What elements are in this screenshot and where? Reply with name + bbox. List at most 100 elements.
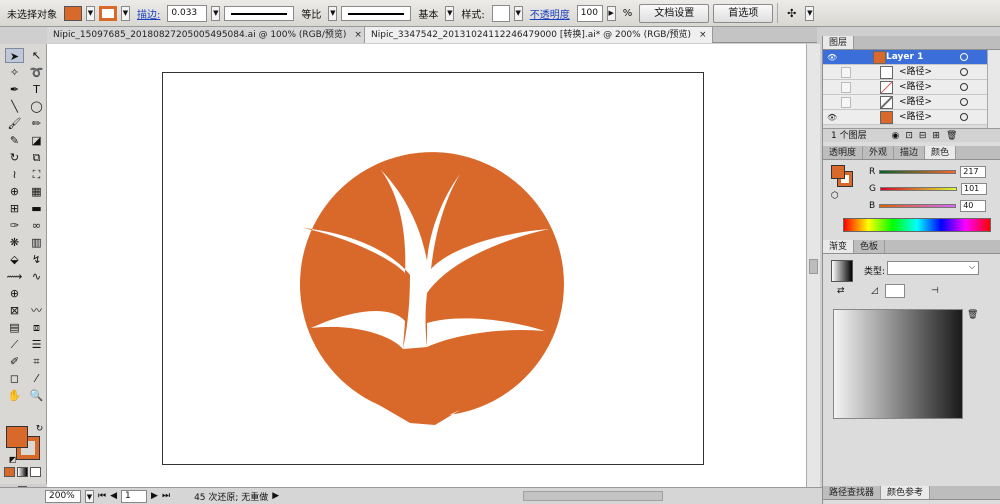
slice-tool-icon[interactable]: ⊠ [5,303,24,318]
aspect-ratio-icon[interactable]: ⊣ [931,286,939,296]
tab-appearance[interactable]: 外观 [863,146,895,159]
page-field[interactable]: 1 [121,489,148,503]
perspective-grid-tool-icon[interactable]: ▦ [27,184,46,199]
stroke-panel-link[interactable]: 描边: [134,6,163,21]
chevron-right-icon[interactable]: ▶ [606,5,616,21]
eyedropper-alt-icon[interactable]: ✐ [5,354,24,369]
layer-row[interactable]: 👁 Layer 1 [823,50,987,65]
layers-scrollbar[interactable] [987,50,1000,128]
gradient-mode-button[interactable] [17,467,28,477]
stroke-profile-preview[interactable] [224,5,295,21]
chevron-down-icon[interactable]: ▼ [85,489,94,503]
line-tool-icon[interactable]: ╲ [5,99,24,114]
tab-stroke[interactable]: 描边 [894,146,926,159]
style-swatch[interactable] [491,4,510,22]
eye-icon[interactable]: 👁 [827,113,837,122]
knife-alt-icon[interactable]: ⁄ [27,371,46,386]
paintbrush-tool-icon[interactable]: 🖌 [5,116,24,131]
graph-tool-icon[interactable]: ⟋ [5,337,24,352]
chevron-down-icon[interactable]: ▼ [211,5,221,21]
rotate-tool-icon[interactable]: ↻ [5,150,24,165]
target-icon[interactable] [960,113,968,121]
list-icon[interactable]: ☰ [27,337,46,352]
width-tool-icon[interactable]: ⟿ [5,269,24,284]
artboard-tool-icon[interactable]: ⊕ [5,286,24,301]
preferences-button[interactable]: 首选项 [713,3,774,23]
channel-value[interactable]: 217 [960,166,987,178]
tab-gradient[interactable]: 渐变 [823,240,855,253]
blend-tool-icon[interactable]: ∞ [27,218,46,233]
hand-tool-icon[interactable]: ✋ [5,388,24,403]
eraser-tool-icon[interactable]: ◪ [27,133,46,148]
blend-alt-icon[interactable]: ⌗ [27,354,46,369]
opacity-field[interactable]: 100 [576,4,603,22]
target-icon[interactable] [960,53,968,61]
zoom-tool-icon[interactable]: 🔍 [27,388,46,403]
knife-tool-icon[interactable]: 〰 [27,303,46,318]
document-setup-button[interactable]: 文档设置 [639,3,710,23]
target-icon[interactable] [960,68,968,76]
tab-transparency[interactable]: 透明度 [823,146,864,159]
visibility-toggle[interactable] [841,82,851,93]
slider-track[interactable] [879,170,957,174]
status-menu-icon[interactable]: ▶ [272,491,279,501]
brush-preview[interactable] [341,5,412,21]
tab-pathfinder[interactable]: 路径查找器 [823,486,882,499]
none-mode-button[interactable] [30,467,41,477]
layer-row[interactable]: 👁 <路径> [823,110,987,125]
close-icon[interactable]: × [699,30,707,40]
tree-logo-artwork[interactable] [163,73,705,466]
tab-document-1[interactable]: Nipic_15097685_20180827205005495084.ai @… [47,27,365,43]
red-slider[interactable]: R 217 [869,166,987,178]
tree-logo-shape[interactable] [299,152,564,425]
column-graph-tool-icon[interactable]: ▥ [27,235,46,250]
target-icon[interactable] [960,98,968,106]
color-cube-icon[interactable]: ⬡ [831,191,839,201]
tab-layers[interactable]: 图层 [823,36,855,49]
layer-row[interactable]: <路径> [823,65,987,80]
color-spectrum[interactable] [843,218,991,232]
next-page-icon[interactable]: ▶ [151,491,158,501]
blob-brush-tool-icon[interactable]: ✎ [5,133,24,148]
opacity-panel-link[interactable]: 不透明度 [527,6,573,21]
arrange-icon[interactable]: ✣ [782,6,801,21]
layer-row[interactable]: <路径> [823,95,987,110]
angle-field[interactable] [885,284,905,298]
ellipse-tool-icon[interactable]: ◯ [27,99,46,114]
tab-color[interactable]: 颜色 [925,146,957,159]
shape-builder-tool-icon[interactable]: ⊕ [5,184,24,199]
fill-color-swatch[interactable] [831,165,845,179]
zoom-field[interactable]: 200% [45,489,81,503]
color-mode-button[interactable] [4,467,15,477]
artboard-alt-icon[interactable]: ◻ [5,371,24,386]
pen-tool-icon[interactable]: ✒ [5,82,24,97]
previous-page-icon[interactable]: ◀ [110,491,117,501]
eye-icon[interactable]: 👁 [827,53,837,62]
reverse-gradient-icon[interactable]: ⇄ [837,286,845,296]
channel-value[interactable]: 40 [960,200,987,212]
visibility-toggle[interactable] [841,67,851,78]
type-tool-icon[interactable]: T [27,82,46,97]
slider-track[interactable] [879,204,957,208]
live-paint-bucket-tool-icon[interactable]: ⬙ [5,252,24,267]
delete-stop-icon[interactable]: 🗑 [967,310,978,320]
layer-actions-icon[interactable]: ◉⊡⊟⊞🗑 [891,131,963,141]
selection-tool-icon[interactable]: ➤ [5,48,24,63]
mesh-tool-icon[interactable]: ⊞ [5,201,24,216]
eyedropper-tool-icon[interactable]: ✑ [5,218,24,233]
fill-color-swatch[interactable] [64,5,82,21]
angle-icon[interactable]: ◿ [871,286,878,296]
chevron-down-icon[interactable]: ▼ [86,5,95,21]
chevron-down-icon[interactable]: ▼ [445,5,455,21]
visibility-toggle[interactable] [841,97,851,108]
fill-indicator[interactable] [6,426,28,448]
first-page-icon[interactable]: ⏮ [98,491,106,501]
green-slider[interactable]: G 101 [869,183,987,195]
default-colors-icon[interactable]: ◩ [3,452,22,467]
scroll-thumb[interactable] [809,259,818,274]
live-paint-selection-tool-icon[interactable]: ↯ [27,252,46,267]
gradient-preview[interactable] [831,260,853,282]
stroke-color-swatch[interactable] [99,5,117,21]
gradient-type-select[interactable] [887,261,979,275]
chevron-down-icon[interactable]: ▼ [513,5,523,21]
